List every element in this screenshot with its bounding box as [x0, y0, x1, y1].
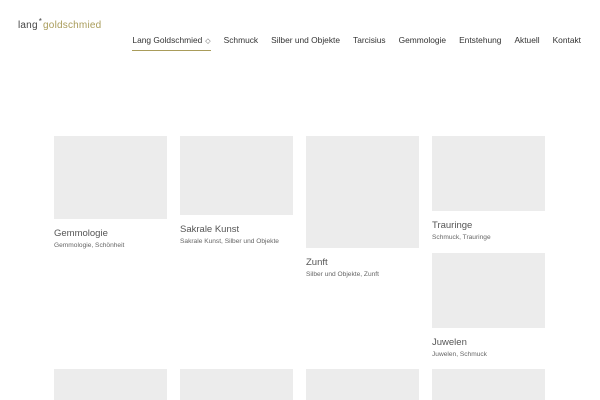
portfolio-thumbnail[interactable]: [180, 369, 293, 400]
nav-item-label: Silber und Objekte: [271, 35, 341, 45]
nav-item-label: Tarcisius: [353, 35, 386, 45]
portfolio-thumbnail[interactable]: [432, 136, 545, 211]
portfolio-tags[interactable]: Schmuck, Trauringe: [432, 233, 545, 242]
portfolio-thumbnail[interactable]: [306, 136, 419, 248]
portfolio-card-juwelen[interactable]: Juwelen Juwelen, Schmuck: [432, 253, 545, 359]
nav-item-gemmologie[interactable]: Gemmologie: [399, 35, 446, 51]
portfolio-card[interactable]: [180, 369, 293, 400]
nav-item-schmuck[interactable]: Schmuck: [224, 35, 258, 51]
portfolio-title[interactable]: Sakrale Kunst: [180, 224, 293, 236]
portfolio-card-sakrale-kunst[interactable]: Sakrale Kunst Sakrale Kunst, Silber und …: [180, 136, 293, 246]
portfolio-thumbnail[interactable]: [180, 136, 293, 215]
nav-item-lang-goldschmied[interactable]: Lang Goldschmied ◇: [132, 35, 211, 51]
portfolio-title[interactable]: Gemmologie: [54, 228, 167, 240]
nav-item-entstehung[interactable]: Entstehung: [459, 35, 501, 51]
portfolio-card[interactable]: [306, 369, 419, 400]
portfolio-title[interactable]: Zunft: [306, 257, 419, 269]
nav-item-aktuell[interactable]: Aktuell: [514, 35, 539, 51]
portfolio-thumbnail[interactable]: [432, 369, 545, 400]
portfolio-thumbnail[interactable]: [432, 253, 545, 328]
nav-item-label: Gemmologie: [398, 35, 447, 45]
portfolio-thumbnail[interactable]: [54, 369, 167, 400]
portfolio-thumbnail[interactable]: [306, 369, 419, 400]
nav-item-tarcisius[interactable]: Tarcisius: [353, 35, 386, 51]
nav-item-kontakt[interactable]: Kontakt: [553, 35, 581, 51]
portfolio-tags[interactable]: Juwelen, Schmuck: [432, 350, 545, 359]
portfolio-card[interactable]: [432, 369, 545, 400]
portfolio-title[interactable]: Juwelen: [432, 337, 545, 349]
portfolio-tags[interactable]: Silber und Objekte, Zunft: [306, 270, 419, 279]
portfolio-title[interactable]: Trauringe: [432, 220, 545, 232]
portfolio-card-trauringe[interactable]: Trauringe Schmuck, Trauringe: [432, 136, 545, 242]
main-navigation: Lang Goldschmied ◇ Schmuck Silber und Obj…: [132, 35, 581, 51]
nav-item-label: Aktuell: [514, 35, 540, 45]
nav-item-label: Schmuck: [223, 35, 259, 45]
portfolio-tags[interactable]: Sakrale Kunst, Silber und Objekte: [180, 237, 293, 246]
logo-text-lang: lang: [18, 20, 38, 31]
portfolio-thumbnail[interactable]: [54, 136, 167, 219]
site-logo[interactable]: lang * goldschmied: [18, 17, 102, 31]
logo-star-icon: *: [38, 17, 43, 26]
nav-item-silber-und-objekte[interactable]: Silber und Objekte: [271, 35, 340, 51]
logo-text-goldschmied: goldschmied: [43, 20, 102, 31]
nav-item-label: Kontakt: [552, 35, 581, 45]
portfolio-card-zunft[interactable]: Zunft Silber und Objekte, Zunft: [306, 136, 419, 279]
nav-item-label: Entstehung: [459, 35, 502, 45]
portfolio-tags[interactable]: Gemmologie, Schönheit: [54, 241, 167, 250]
portfolio-card-gemmologie[interactable]: Gemmologie Gemmologie, Schönheit: [54, 136, 167, 250]
portfolio-card[interactable]: [54, 369, 167, 400]
dropdown-indicator-icon: ◇: [205, 38, 211, 45]
nav-item-label: Lang Goldschmied: [132, 35, 203, 45]
